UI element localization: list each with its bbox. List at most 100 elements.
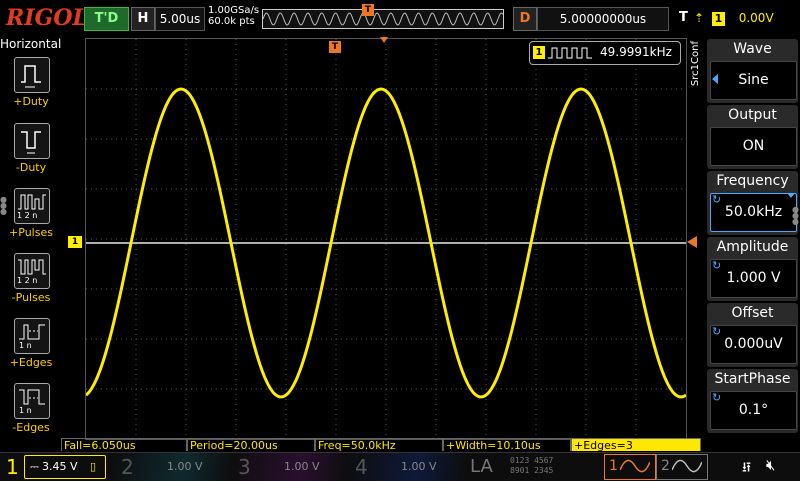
rotary-knob-icon: ↻ [712, 391, 722, 404]
frequency-value[interactable]: 50.0kHz [710, 193, 797, 232]
speaker-muted-icon[interactable]: 🔇︎ [766, 456, 775, 474]
measurement-freq[interactable]: Freq=50.0kHz [315, 438, 443, 452]
source-1-number: 1 [609, 458, 618, 474]
sample-rate-info: 1.00GSa/s 60.0k pts [208, 5, 259, 27]
rotary-knob-icon: ↻ [712, 325, 722, 338]
run-mode-indicator[interactable]: T'D [84, 7, 129, 31]
measurement-edges[interactable]: +Edges=3 [571, 438, 701, 452]
output-label: Output [728, 107, 777, 123]
logic-analyzer-status[interactable]: LA 0123 4567 8901 2345 [468, 453, 602, 481]
delay-value[interactable]: 5.00000000us [537, 7, 669, 31]
amplitude-label: Amplitude [716, 239, 789, 255]
arrow-left-icon [712, 74, 718, 84]
source-1-status[interactable]: 1 [604, 453, 656, 481]
bandwidth-limit-icon: ▯ [90, 460, 97, 473]
trigger-settings[interactable]: ⇡ 1 0.00V [694, 7, 797, 29]
menu-item-frequency[interactable]: Frequency 50.0kHz ↻ [707, 171, 798, 235]
dropdown-arrow-icon [787, 193, 795, 198]
la-channel-map: 0123 4567 8901 2345 [510, 456, 553, 476]
menu-item-label: +Duty [13, 95, 49, 108]
menu-item-positive-pulses[interactable]: 1 2 n +Pulses [6, 188, 56, 248]
positive-duty-icon [14, 57, 50, 93]
menu-item-amplitude[interactable]: Amplitude 1.000 V ↻ [707, 237, 798, 301]
channel-2-status[interactable]: 2 1.00 V [113, 453, 231, 481]
trigger-position-marker[interactable]: T [329, 41, 341, 53]
menu-page-dots-icon: ● ● ● [792, 205, 799, 226]
positive-pulses-icon: 1 2 n [14, 188, 50, 224]
wave-label: Wave [733, 41, 772, 57]
frequency-counter: 1 49.9991kHz [529, 41, 681, 65]
menu-page-dots-icon: ● ● ● [0, 195, 7, 216]
menu-item-negative-duty[interactable]: -Duty [6, 123, 56, 183]
measurement-fall[interactable]: Fall=6.050us [61, 438, 187, 452]
channel-status-bar: 1 ⎓ 3.45 V ▯ 2 1.00 V 3 1.00 V 4 1.00 V … [0, 452, 800, 481]
trigger-level: 0.00V [738, 11, 774, 25]
menu-item-positive-edges[interactable]: 1 n +Edges [6, 318, 56, 378]
channel-1-status[interactable]: 1 ⎓ 3.45 V ▯ [0, 453, 110, 481]
pulse-index-label: 1 2 n [17, 276, 38, 285]
menu-item-label: -Duty [15, 161, 47, 174]
grid-lines [86, 39, 686, 439]
source-config-menu: Src1Conf Wave Sine Output ON Frequency 5… [689, 37, 800, 438]
channel-4-status[interactable]: 4 1.00 V [347, 453, 465, 481]
ch1-offset-marker[interactable]: 1 [68, 236, 82, 248]
dc-coupling-icon: ⎓ [30, 460, 39, 473]
memory-overview-strip[interactable]: T [262, 4, 504, 29]
negative-duty-icon [14, 123, 50, 159]
horizontal-label: H [131, 7, 155, 31]
negative-edges-icon: 1 n [14, 383, 50, 419]
la-row-1: 0123 4567 [510, 456, 554, 465]
waveform-display[interactable] [84, 38, 687, 440]
rotary-knob-icon: ↻ [712, 259, 722, 272]
menu-item-negative-pulses[interactable]: 1 2 n -Pulses [6, 253, 56, 313]
menu-item-offset[interactable]: Offset 0.000uV ↻ [707, 303, 798, 367]
edge-index-label: 1 n [19, 341, 32, 350]
memory-trigger-marker: T [362, 4, 374, 16]
source-2-status[interactable]: 2 [656, 453, 708, 481]
menu-item-output[interactable]: Output ON [707, 105, 798, 169]
edge-index-label: 1 n [19, 406, 32, 415]
channel-3-status[interactable]: 3 1.00 V [230, 453, 348, 481]
memory-overview-waveform [262, 12, 504, 26]
counter-channel-badge: 1 [533, 46, 545, 59]
output-value[interactable]: ON [710, 127, 797, 166]
negative-pulses-icon: 1 2 n [14, 253, 50, 289]
graticule [84, 39, 687, 439]
channel-2-scale: 1.00 V [167, 460, 203, 473]
edge-trigger-icon: ⇡ [694, 11, 705, 25]
frequency-label: Frequency [716, 173, 789, 189]
channel-2-number: 2 [121, 455, 134, 479]
menu-item-positive-duty[interactable]: +Duty [6, 57, 56, 117]
channel-3-number: 3 [238, 455, 251, 479]
menu-item-label: +Edges [9, 356, 53, 369]
offset-value[interactable]: 0.000uV [710, 325, 797, 364]
amplitude-value[interactable]: 1.000 V [710, 259, 797, 298]
timebase-value[interactable]: 5.00us [155, 7, 205, 31]
menu-item-startphase[interactable]: StartPhase 0.1° ↻ [707, 369, 798, 433]
menu-item-negative-edges[interactable]: 1 n -Edges [6, 383, 56, 443]
top-status-bar: RIGOL T'D H 5.00us 1.00GSa/s 60.0k pts T… [0, 0, 800, 37]
channel-4-number: 4 [355, 455, 368, 479]
sample-rate: 1.00GSa/s [208, 5, 260, 16]
trigger-source-badge: 1 [711, 12, 725, 26]
rotary-knob-icon: ↻ [712, 193, 722, 206]
wave-value[interactable]: Sine [710, 61, 797, 100]
trigger-label: T [679, 10, 688, 25]
usb-icon: ⭿ [742, 460, 752, 476]
positive-edges-icon: 1 n [14, 318, 50, 354]
channel-1-scale: 3.45 V [42, 460, 78, 473]
counter-value: 49.9991kHz [600, 45, 672, 59]
startphase-label: StartPhase [714, 371, 791, 387]
rigol-logo: RIGOL [6, 5, 89, 31]
offset-label: Offset [731, 305, 774, 321]
delay-label: D [513, 7, 537, 31]
menu-item-wave[interactable]: Wave Sine [707, 39, 798, 103]
startphase-value[interactable]: 0.1° [710, 391, 797, 430]
sine-wave-icon [672, 459, 702, 473]
measurement-width[interactable]: +Width=10.10us [443, 438, 571, 452]
measurement-period[interactable]: Period=20.00us [187, 438, 315, 452]
la-label: LA [470, 456, 493, 477]
horizontal-menu: Horizontal +Duty -Duty 1 2 n +Pulses 1 2… [0, 37, 61, 437]
source-2-number: 2 [661, 458, 670, 474]
square-wave-icon [548, 47, 592, 59]
